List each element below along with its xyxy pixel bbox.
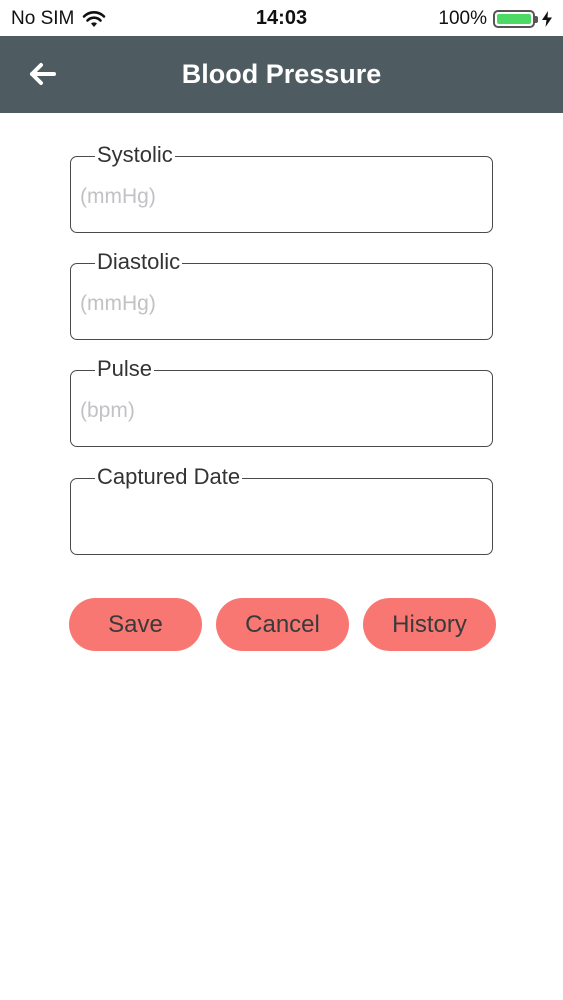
page-title: Blood Pressure <box>181 59 382 89</box>
captured-date-input[interactable] <box>80 507 475 531</box>
pulse-input[interactable] <box>80 399 475 423</box>
battery-level <box>497 14 531 24</box>
systolic-field[interactable]: Systolic <box>70 141 493 233</box>
save-button[interactable]: Save <box>69 598 202 651</box>
bolt-icon <box>542 11 552 27</box>
pulse-field[interactable]: Pulse <box>70 355 493 447</box>
battery-cap <box>535 16 538 23</box>
status-bar: No SIM 14:03 100% <box>0 0 563 36</box>
nav-bar: Blood Pressure <box>0 36 563 113</box>
diastolic-input[interactable] <box>80 292 475 316</box>
diastolic-field[interactable]: Diastolic <box>70 248 493 340</box>
diastolic-label: Diastolic <box>95 248 183 276</box>
cancel-button[interactable]: Cancel <box>216 598 349 651</box>
battery-icon <box>493 10 538 28</box>
captured-date-field[interactable]: Captured Date <box>70 463 493 555</box>
systolic-input[interactable] <box>80 185 475 209</box>
battery-percent: 100% <box>438 8 487 29</box>
captured-date-label: Captured Date <box>95 463 243 491</box>
systolic-label: Systolic <box>95 141 175 169</box>
pulse-label: Pulse <box>95 355 155 383</box>
history-button[interactable]: History <box>363 598 496 651</box>
status-right: 100% <box>438 8 552 30</box>
